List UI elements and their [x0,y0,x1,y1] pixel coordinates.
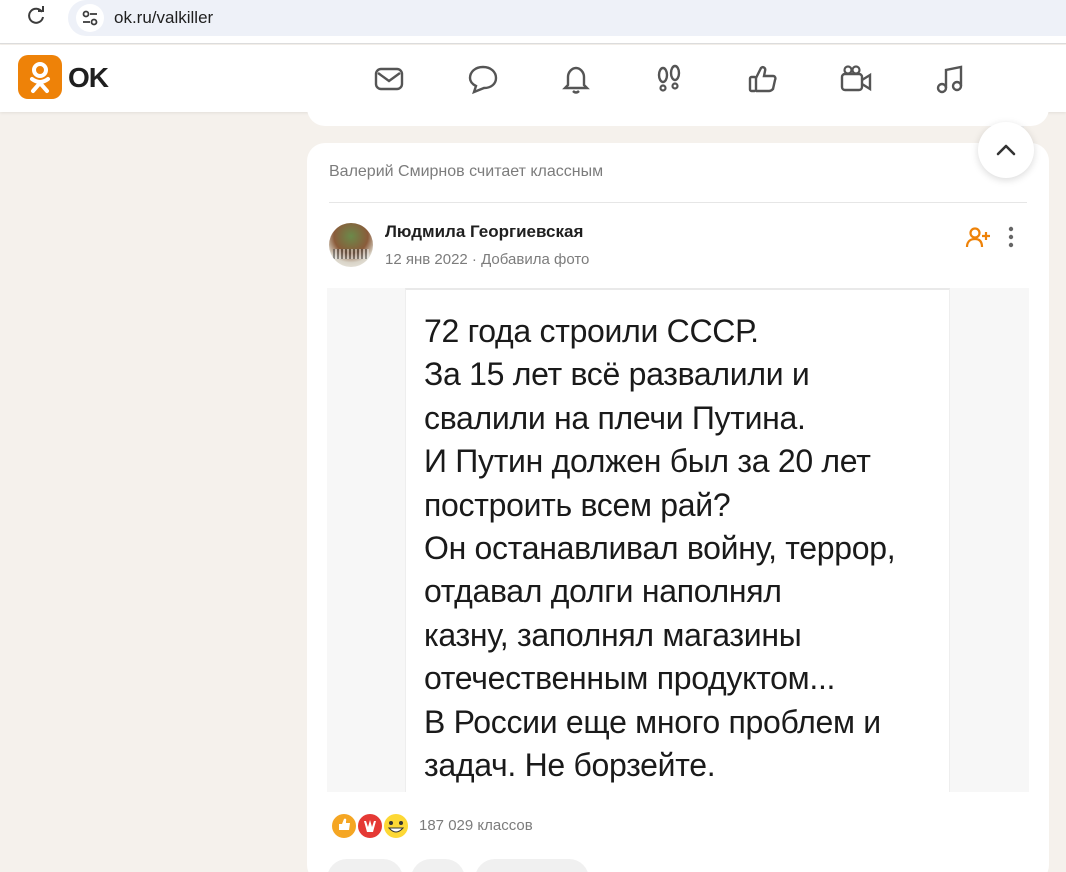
more-options-icon[interactable] [1001,223,1021,251]
video-camera-icon[interactable] [839,62,873,96]
logo-text[interactable]: OK [68,62,109,94]
photo-text-line: отечественным продуктом... [424,660,836,697]
photo-text-line: отдавал долги наполнял [424,573,782,610]
reaction-icons[interactable] [329,811,415,841]
notifications-icon[interactable] [559,62,593,96]
site-settings-icon[interactable] [76,4,104,32]
discussions-icon[interactable] [466,62,500,96]
share-button[interactable] [411,859,465,872]
post-action: Добавила фото [481,251,590,268]
url-text[interactable]: ok.ru/valkiller [114,8,213,28]
meta-separator: · [467,251,482,268]
messages-icon[interactable] [372,62,406,96]
feed-post-card: Валерий Смирнов считает классным Людмила… [307,143,1049,872]
photo-text-line: свалили на плечи Путина. [424,399,806,436]
add-friend-icon[interactable] [965,225,991,251]
ok-logo-icon[interactable] [18,55,62,99]
photo-text-line: В России еще много проблем и [424,703,881,740]
like-button[interactable] [475,859,589,872]
address-bar[interactable]: ok.ru/valkiller [68,0,1066,36]
divider [329,202,1027,203]
reload-icon[interactable] [24,4,48,28]
photo-text-line: казну, заполнял магазины [424,616,802,653]
photo-text-line: построить всем рай? [424,486,731,523]
author-name[interactable]: Людмила Георгиевская [385,222,583,242]
guests-icon[interactable] [652,62,686,96]
author-avatar[interactable] [329,223,373,267]
reactions-count[interactable]: 187 029 классов [419,817,533,834]
photo-text: 72 года строили СССР. За 15 лет всё разва… [424,310,944,787]
photo-text-line: задач. Не борзейте. [424,747,716,784]
music-icon[interactable] [933,62,967,96]
photo-text-line: Он останавливал войну, террор, [424,530,896,567]
post-meta: 12 янв 2022 · Добавила фото [385,251,589,268]
scroll-to-top-button[interactable] [978,122,1034,178]
liked-by-text[interactable]: Валерий Смирнов считает классным [329,163,603,181]
post-photo-container[interactable]: 72 года строили СССР. За 15 лет всё разва… [327,288,1029,792]
photo-text-line: И Путин должен был за 20 лет [424,443,871,480]
post-photo[interactable]: 72 года строили СССР. За 15 лет всё разва… [405,288,950,792]
comment-button[interactable] [327,859,403,872]
photo-text-line: За 15 лет всё развалили и [424,356,810,393]
post-date[interactable]: 12 янв 2022 [385,251,468,268]
browser-toolbar: ok.ru/valkiller [0,0,1066,44]
events-icon[interactable] [746,62,780,96]
photo-text-line: 72 года строили СССР. [424,313,759,349]
chevron-up-icon [996,144,1016,156]
previous-post-card [307,100,1049,126]
